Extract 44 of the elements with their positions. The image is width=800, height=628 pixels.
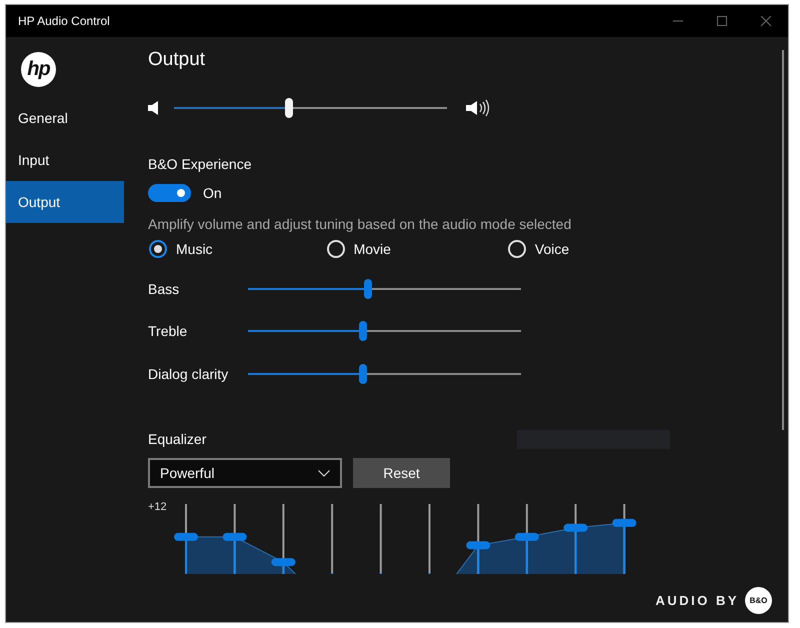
nav-item[interactable]: Output xyxy=(6,181,124,223)
eq-band-slider[interactable] xyxy=(380,504,382,574)
slider-label: Treble xyxy=(148,323,188,339)
slider-track[interactable] xyxy=(248,363,521,385)
slider-track[interactable] xyxy=(248,278,521,300)
radio-option[interactable]: Voice xyxy=(508,240,570,258)
slider-track[interactable] xyxy=(174,97,447,119)
eq-band-slider[interactable] xyxy=(514,504,539,574)
eq-band-slider[interactable] xyxy=(612,504,636,574)
nav-item[interactable]: Input xyxy=(6,139,124,181)
eq-band-slider[interactable] xyxy=(564,504,588,574)
section-label: B&O Experience xyxy=(148,155,252,174)
window-title: HP Audio Control xyxy=(18,14,111,28)
eq-band-slider[interactable] xyxy=(174,504,198,574)
description-text: Amplify volume and adjust tuning based on the audio mode selected xyxy=(148,215,572,233)
page-title: Output xyxy=(148,48,206,72)
slider-label: Bass xyxy=(148,281,180,297)
eq-band-slider[interactable] xyxy=(222,504,247,574)
preset-dropdown[interactable]: Powerful xyxy=(148,458,342,488)
scale-label: +12 xyxy=(148,501,167,513)
logo: hp xyxy=(21,52,56,87)
speaker-icon xyxy=(148,101,160,115)
nav-item[interactable]: General xyxy=(6,97,124,139)
eq-band-slider[interactable] xyxy=(466,504,490,574)
toggle-label: On xyxy=(203,185,222,201)
brand-text: AUDIO BY xyxy=(655,593,739,608)
slider-thumb[interactable] xyxy=(358,364,367,384)
speaker-loud-icon xyxy=(466,99,492,117)
close-icon xyxy=(761,16,771,26)
reset-button[interactable]: Reset xyxy=(353,458,450,488)
maximize-icon xyxy=(717,16,727,26)
eq-band-slider[interactable] xyxy=(271,504,296,574)
chevron-down-icon xyxy=(318,470,330,476)
slider-thumb[interactable] xyxy=(364,279,372,299)
brand-logo: B&O xyxy=(745,587,772,614)
slider-thumb[interactable] xyxy=(284,98,293,118)
slider-thumb[interactable] xyxy=(358,321,367,341)
radio-option[interactable]: Movie xyxy=(326,240,391,258)
slider-label: Dialog clarity xyxy=(148,366,230,382)
slider-track[interactable] xyxy=(248,320,521,342)
radio-option[interactable]: Music xyxy=(149,240,213,258)
section-label: Equalizer xyxy=(148,431,206,447)
eq-band-slider[interactable] xyxy=(331,504,334,574)
toggle-switch[interactable] xyxy=(148,184,191,202)
